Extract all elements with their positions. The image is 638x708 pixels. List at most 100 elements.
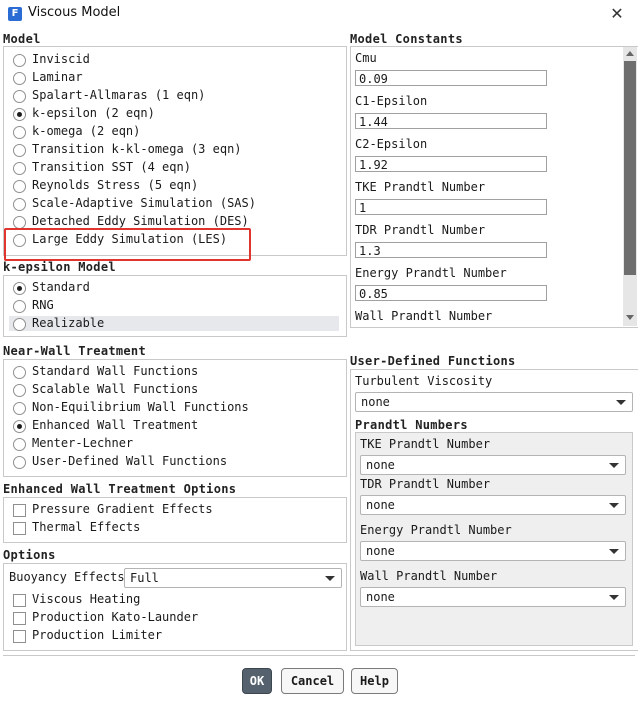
kepsilon-option-label[interactable]: Realizable <box>32 316 104 330</box>
options-checkbox-1[interactable] <box>13 612 26 625</box>
options-checkbox-label[interactable]: Production Kato-Launder <box>32 610 198 624</box>
constants-group: Cmu 0.09 C1-Epsilon 1.44 C2-Epsilon 1.92 TKE P… <box>350 46 638 328</box>
buoyancy-value: Full <box>130 571 159 585</box>
constants-scrollbar[interactable] <box>623 47 637 326</box>
model-option-label[interactable]: k-epsilon (2 eqn) <box>32 106 155 120</box>
kepsilon-section-title: k-epsilon Model <box>3 260 116 274</box>
model-option-label[interactable]: Reynolds Stress (5 eqn) <box>32 178 198 192</box>
near-wall-radio-3[interactable] <box>13 420 26 433</box>
options-checkbox-label[interactable]: Viscous Heating <box>32 592 140 606</box>
chevron-down-icon <box>616 400 626 405</box>
prandtl-select[interactable]: none <box>360 495 626 515</box>
constant-value-field[interactable]: 1 <box>355 199 547 215</box>
help-button[interactable]: Help <box>351 668 398 694</box>
prandtl-numbers-title: Prandtl Numbers <box>355 418 468 432</box>
ewt-checkbox-label[interactable]: Pressure Gradient Effects <box>32 502 213 516</box>
model-radio-8[interactable] <box>13 198 26 211</box>
kepsilon-radio-1[interactable] <box>13 300 26 313</box>
model-option-label[interactable]: Transition k-kl-omega (3 eqn) <box>32 142 242 156</box>
constant-value-field[interactable]: 1.92 <box>355 156 547 172</box>
constant-value-field[interactable]: 0.85 <box>355 285 547 301</box>
near-wall-radio-2[interactable] <box>13 402 26 415</box>
model-radio-7[interactable] <box>13 180 26 193</box>
model-radio-1[interactable] <box>13 72 26 85</box>
ewt-options-group: Pressure Gradient Effects Thermal Effects <box>3 497 347 543</box>
constant-label: TDR Prandtl Number <box>355 223 486 237</box>
constant-label: Energy Prandtl Number <box>355 266 507 280</box>
ewt-checkbox-label[interactable]: Thermal Effects <box>32 520 140 534</box>
prandtl-select[interactable]: none <box>360 541 626 561</box>
near-wall-option-label[interactable]: Menter-Lechner <box>32 436 133 450</box>
near-wall-group: Standard Wall Functions Scalable Wall Fun… <box>3 359 347 477</box>
model-option-label[interactable]: Transition SST (4 eqn) <box>32 160 191 174</box>
model-option-label[interactable]: Detached Eddy Simulation (DES) <box>32 214 249 228</box>
model-radio-6[interactable] <box>13 162 26 175</box>
near-wall-option-label[interactable]: Enhanced Wall Treatment <box>32 418 198 432</box>
near-wall-option-label[interactable]: Non-Equilibrium Wall Functions <box>32 400 249 414</box>
options-checkbox-0[interactable] <box>13 594 26 607</box>
scroll-down-icon[interactable] <box>626 315 634 320</box>
prandtl-select-value: none <box>366 590 395 604</box>
near-wall-radio-4[interactable] <box>13 438 26 451</box>
constant-label: Cmu <box>355 51 377 65</box>
model-radio-4[interactable] <box>13 126 26 139</box>
model-option-label[interactable]: Spalart-Allmaras (1 eqn) <box>32 88 205 102</box>
prandtl-select-value: none <box>366 544 395 558</box>
divider <box>3 655 635 656</box>
model-option-label[interactable]: Scale-Adaptive Simulation (SAS) <box>32 196 256 210</box>
options-checkbox-2[interactable] <box>13 630 26 643</box>
fluent-app-icon: F <box>8 7 22 21</box>
highlight-box <box>4 228 251 261</box>
model-option-label[interactable]: Inviscid <box>32 52 90 66</box>
kepsilon-radio-2[interactable] <box>13 318 26 331</box>
chevron-down-icon <box>609 595 619 600</box>
kepsilon-option-label[interactable]: Standard <box>32 280 90 294</box>
close-icon[interactable]: ✕ <box>605 3 629 25</box>
constant-value-field[interactable]: 1.44 <box>355 113 547 129</box>
cancel-button[interactable]: Cancel <box>281 668 344 694</box>
prandtl-label: TDR Prandtl Number <box>360 477 491 491</box>
prandtl-label: Energy Prandtl Number <box>360 523 512 537</box>
udf-group: Turbulent Viscosity none Prandtl Numbers… <box>350 369 638 651</box>
near-wall-option-label[interactable]: User-Defined Wall Functions <box>32 454 227 468</box>
model-group: Inviscid Laminar Spalart-Allmaras (1 eqn) k… <box>3 46 347 256</box>
kepsilon-option-label[interactable]: RNG <box>32 298 54 312</box>
model-option-label[interactable]: k-omega (2 eqn) <box>32 124 140 138</box>
ewt-checkbox-1[interactable] <box>13 522 26 535</box>
prandtl-select[interactable]: none <box>360 455 626 475</box>
near-wall-radio-1[interactable] <box>13 384 26 397</box>
prandtl-select-value: none <box>366 498 395 512</box>
buoyancy-select[interactable]: Full <box>124 568 342 588</box>
kepsilon-radio-0[interactable] <box>13 282 26 295</box>
constant-value-field[interactable]: 0.09 <box>355 70 547 86</box>
constant-value-field[interactable]: 1.3 <box>355 242 547 258</box>
near-wall-option-label[interactable]: Standard Wall Functions <box>32 364 198 378</box>
model-option-label[interactable]: Laminar <box>32 70 83 84</box>
model-section-title: Model <box>3 32 41 46</box>
model-radio-5[interactable] <box>13 144 26 157</box>
ok-button[interactable]: OK <box>242 668 272 694</box>
options-section-title: Options <box>3 548 56 562</box>
prandtl-select-value: none <box>366 458 395 472</box>
kepsilon-group: Standard RNG Realizable <box>3 275 347 337</box>
options-checkbox-label[interactable]: Production Limiter <box>32 628 162 642</box>
scroll-thumb[interactable] <box>624 61 636 275</box>
window-title: Viscous Model <box>28 5 121 20</box>
model-radio-3[interactable] <box>13 108 26 121</box>
title-bar: F Viscous Model ✕ <box>0 0 638 28</box>
turbulent-viscosity-label: Turbulent Viscosity <box>355 374 493 388</box>
scroll-up-icon[interactable] <box>626 51 634 56</box>
near-wall-option-label[interactable]: Scalable Wall Functions <box>32 382 198 396</box>
ewt-options-section-title: Enhanced Wall Treatment Options <box>3 482 237 496</box>
chevron-down-icon <box>609 503 619 508</box>
constant-label: Wall Prandtl Number <box>355 309 493 323</box>
near-wall-radio-0[interactable] <box>13 366 26 379</box>
model-radio-0[interactable] <box>13 54 26 67</box>
ewt-checkbox-0[interactable] <box>13 504 26 517</box>
constants-section-title: Model Constants <box>350 32 463 46</box>
turbulent-viscosity-select[interactable]: none <box>355 392 633 412</box>
prandtl-select[interactable]: none <box>360 587 626 607</box>
near-wall-radio-5[interactable] <box>13 456 26 469</box>
model-radio-2[interactable] <box>13 90 26 103</box>
options-group: Buoyancy Effects Full Viscous Heating Pro… <box>3 563 347 651</box>
